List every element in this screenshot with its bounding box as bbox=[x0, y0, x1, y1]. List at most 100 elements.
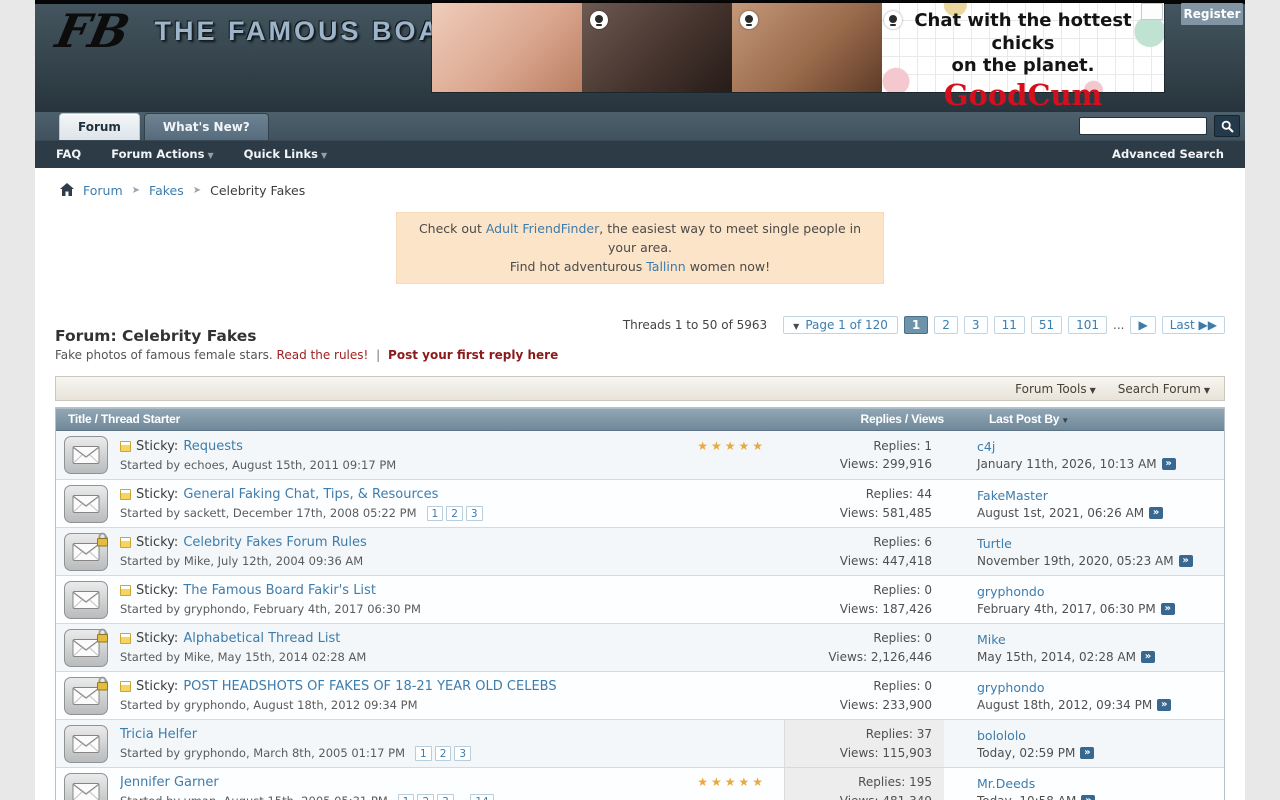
thread-page-button[interactable]: 14 bbox=[470, 794, 493, 800]
thread-info: Sticky: Alphabetical Thread List Started… bbox=[120, 631, 784, 664]
thread-page-button[interactable]: 3 bbox=[437, 794, 454, 800]
ad-fragment bbox=[1141, 3, 1163, 20]
lastpost-date: August 18th, 2012, 09:34 PM bbox=[977, 698, 1152, 712]
thread-title-link[interactable]: Jennifer Garner bbox=[120, 775, 219, 790]
thread-title-link[interactable]: Tricia Helfer bbox=[120, 727, 197, 742]
page-number-button[interactable]: 1 bbox=[904, 316, 928, 334]
lastpost-user-link[interactable]: Turtle bbox=[977, 536, 1012, 551]
page-links-ellipsis: ... bbox=[457, 795, 468, 800]
tab-whats-new[interactable]: What's New? bbox=[144, 113, 269, 140]
nav-quick-links[interactable]: Quick Links▼ bbox=[244, 147, 327, 161]
table-row: Sticky: POST HEADSHOTS OF FAKES OF 18-21… bbox=[56, 671, 1224, 719]
lastpost-user-link[interactable]: bolololo bbox=[977, 728, 1026, 743]
thread-title-link[interactable]: Requests bbox=[183, 439, 243, 454]
sticky-label: Sticky: bbox=[136, 487, 178, 502]
ad-text-panel: Chat with the hottest chicks on the plan… bbox=[882, 3, 1164, 92]
thread-title-link[interactable]: General Faking Chat, Tips, & Resources bbox=[183, 487, 438, 502]
lastpost-date: November 19th, 2020, 05:23 AM bbox=[977, 554, 1174, 568]
thread-page-button[interactable]: 2 bbox=[417, 794, 434, 800]
table-row: Jennifer Garner ★★★★★ Started by vman, A… bbox=[56, 767, 1224, 800]
goto-last-post-icon[interactable]: » bbox=[1149, 507, 1163, 519]
thread-page-button[interactable]: 2 bbox=[435, 746, 452, 761]
thread-page-button[interactable]: 3 bbox=[466, 506, 483, 521]
thread-page-button[interactable]: 2 bbox=[446, 506, 463, 521]
page-number-button[interactable]: 101 bbox=[1068, 316, 1107, 334]
goto-last-post-icon[interactable]: » bbox=[1080, 747, 1094, 759]
thread-title-link[interactable]: POST HEADSHOTS OF FAKES OF 18-21 YEAR OL… bbox=[183, 679, 556, 694]
ad-photo-3 bbox=[732, 3, 882, 92]
lastpost-user-link[interactable]: gryphondo bbox=[977, 584, 1044, 599]
lastpost-user-link[interactable]: Mr.Deeds bbox=[977, 776, 1035, 791]
search-input[interactable] bbox=[1079, 117, 1207, 135]
goto-last-post-icon[interactable]: » bbox=[1162, 458, 1176, 470]
lastpost-user-link[interactable]: gryphondo bbox=[977, 680, 1044, 695]
thread-page-button[interactable]: 1 bbox=[398, 794, 415, 800]
nav-forum-actions[interactable]: Forum Actions▼ bbox=[111, 147, 213, 161]
column-title-thread-starter[interactable]: Title / Thread Starter bbox=[56, 412, 824, 426]
page-number-button[interactable]: 2 bbox=[934, 316, 958, 334]
page-number-button[interactable]: 3 bbox=[964, 316, 988, 334]
read-rules-link[interactable]: Read the rules! bbox=[277, 348, 369, 362]
last-post-cell: gryphondo August 18th, 2012, 09:34 PM » bbox=[944, 680, 1224, 712]
sticky-label: Sticky: bbox=[136, 439, 178, 454]
search-forum-menu[interactable]: Search Forum▼ bbox=[1118, 382, 1210, 396]
goto-last-post-icon[interactable]: » bbox=[1141, 651, 1155, 663]
adult-friendfinder-link[interactable]: Adult FriendFinder bbox=[486, 221, 599, 236]
chevron-down-icon: ▼ bbox=[793, 322, 799, 331]
breadcrumb-fakes[interactable]: Fakes bbox=[149, 183, 184, 198]
goto-last-post-icon[interactable]: » bbox=[1157, 699, 1171, 711]
chevron-down-icon: ▼ bbox=[1204, 386, 1210, 395]
thread-page-button[interactable]: 3 bbox=[454, 746, 471, 761]
goto-last-post-icon[interactable]: » bbox=[1179, 555, 1193, 567]
thread-started-by: Started by vman, August 15th, 2005 05:31… bbox=[120, 794, 388, 800]
home-icon[interactable] bbox=[60, 183, 74, 196]
thread-page-button[interactable]: 1 bbox=[427, 506, 444, 521]
breadcrumb-separator-icon: ➤ bbox=[193, 185, 201, 196]
pagination: Threads 1 to 50 of 5963 ▼Page 1 of 120 1… bbox=[623, 314, 1225, 334]
replies-count: Replies: 37 bbox=[785, 725, 932, 744]
goto-last-post-icon[interactable]: » bbox=[1161, 603, 1175, 615]
breadcrumb-forum[interactable]: Forum bbox=[83, 183, 123, 198]
column-last-post-by[interactable]: Last Post By▼ bbox=[944, 412, 1224, 426]
forum-heading: Forum: Celebrity Fakes Fake photos of fa… bbox=[55, 327, 623, 362]
page-number-button[interactable]: 11 bbox=[994, 316, 1025, 334]
replies-views-cell: Replies: 0 Views: 2,126,446 bbox=[784, 624, 944, 671]
search-button[interactable] bbox=[1214, 115, 1240, 137]
lastpost-date: Today, 02:59 PM bbox=[977, 746, 1075, 760]
forum-description-text: Fake photos of famous female stars. bbox=[55, 348, 273, 362]
views-count: Views: 481,349 bbox=[785, 792, 932, 800]
tallinn-link[interactable]: Tallinn bbox=[646, 259, 686, 274]
page-select-dropdown[interactable]: ▼Page 1 of 120 bbox=[783, 316, 898, 334]
register-button[interactable]: Register bbox=[1181, 3, 1243, 25]
thread-title-link[interactable]: Celebrity Fakes Forum Rules bbox=[183, 535, 366, 550]
advanced-search-link[interactable]: Advanced Search bbox=[1112, 147, 1224, 161]
thread-page-button[interactable]: 1 bbox=[415, 746, 432, 761]
column-replies-views[interactable]: Replies / Views bbox=[824, 412, 944, 426]
envelope-icon bbox=[64, 436, 108, 474]
table-row: Tricia Helfer Started by gryphondo, Marc… bbox=[56, 719, 1224, 767]
goto-last-post-icon[interactable]: » bbox=[1081, 795, 1095, 800]
next-page-button[interactable]: ▶ bbox=[1130, 316, 1155, 334]
site-logo[interactable]: FB THE FAMOUS BOARD bbox=[57, 8, 486, 54]
envelope-icon bbox=[64, 485, 108, 523]
envelope-icon bbox=[64, 629, 108, 667]
lastpost-user-link[interactable]: Mike bbox=[977, 632, 1006, 647]
forum-tools-menu[interactable]: Forum Tools▼ bbox=[1015, 382, 1096, 396]
lastpost-user-link[interactable]: c4j bbox=[977, 439, 995, 454]
ad-banner[interactable]: Chat with the hottest chicks on the plan… bbox=[432, 3, 1164, 92]
replies-views-cell: Replies: 1 Views: 299,916 bbox=[784, 431, 944, 479]
thread-started-by: Started by gryphondo, February 4th, 2017… bbox=[120, 602, 421, 616]
replies-count: Replies: 6 bbox=[784, 533, 932, 552]
first-reply-link[interactable]: Post your first reply here bbox=[388, 348, 558, 362]
page-number-button[interactable]: 51 bbox=[1031, 316, 1062, 334]
thread-title-link[interactable]: The Famous Board Fakir's List bbox=[183, 583, 376, 598]
sticky-note-icon bbox=[120, 441, 131, 452]
thread-info: Jennifer Garner ★★★★★ Started by vman, A… bbox=[120, 775, 784, 800]
last-page-button[interactable]: Last ▶▶ bbox=[1162, 316, 1225, 334]
replies-views-cell: Replies: 6 Views: 447,418 bbox=[784, 528, 944, 575]
tab-forum[interactable]: Forum bbox=[59, 113, 140, 140]
notice-text: Find hot adventurous bbox=[510, 259, 646, 274]
lastpost-user-link[interactable]: FakeMaster bbox=[977, 488, 1048, 503]
nav-faq[interactable]: FAQ bbox=[56, 147, 81, 161]
thread-title-link[interactable]: Alphabetical Thread List bbox=[183, 631, 340, 646]
